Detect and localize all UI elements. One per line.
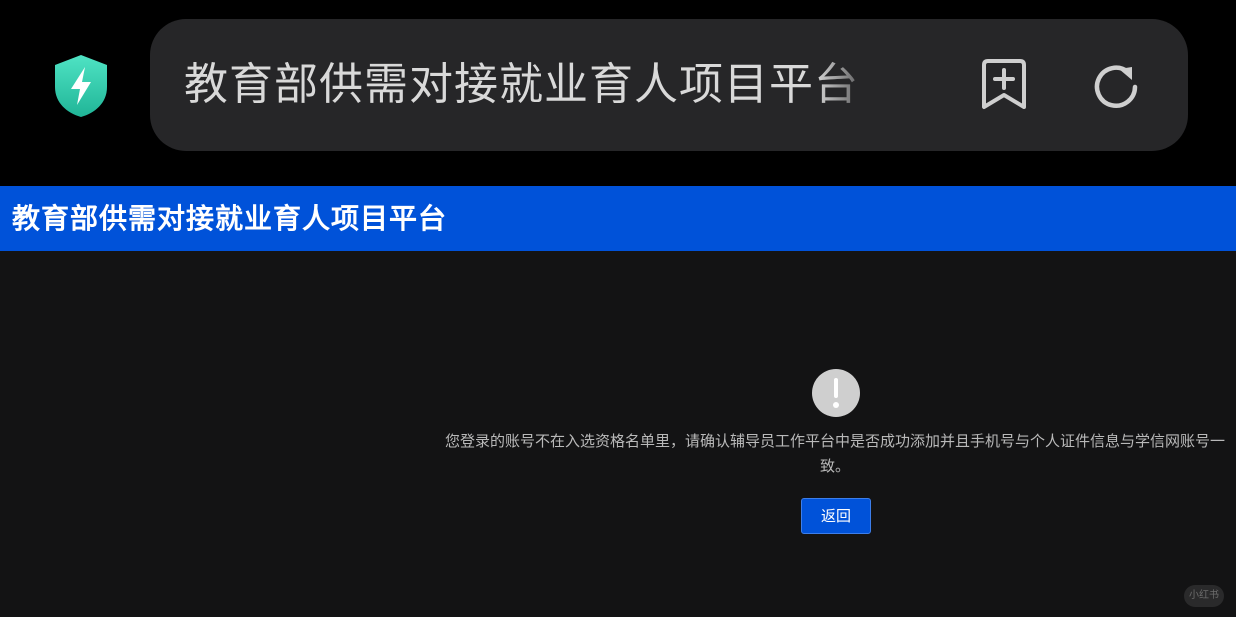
exclamation-dot [833,402,839,408]
back-button[interactable]: 返回 [801,498,871,534]
site-title: 教育部供需对接就业育人项目平台 [12,202,448,235]
bookmark-add-icon[interactable] [976,57,1032,113]
address-bar-title: 教育部供需对接就业育人项目平台 [184,59,859,110]
site-header: 教育部供需对接就业育人项目平台 [0,186,1236,251]
browser-top-bar: 教育部供需对接就业育人项目平台 [0,0,1236,186]
watermark-badge: 小红书 [1184,585,1224,607]
address-bar[interactable]: 教育部供需对接就业育人项目平台 [150,19,1188,151]
shield-lightning-icon[interactable] [52,53,110,119]
exclamation-circle-icon [812,369,860,417]
error-message: 您登录的账号不在入选资格名单里，请确认辅导员工作平台中是否成功添加并且手机号与个… [444,432,1225,475]
exclamation-bar [834,378,838,398]
screen: 教育部供需对接就业育人项目平台 教育部供需对接就业育人项目平台 您登录的账号不在… [0,0,1236,617]
reload-icon[interactable] [1088,59,1144,115]
main-content: 您登录的账号不在入选资格名单里，请确认辅导员工作平台中是否成功添加并且手机号与个… [0,251,1236,617]
